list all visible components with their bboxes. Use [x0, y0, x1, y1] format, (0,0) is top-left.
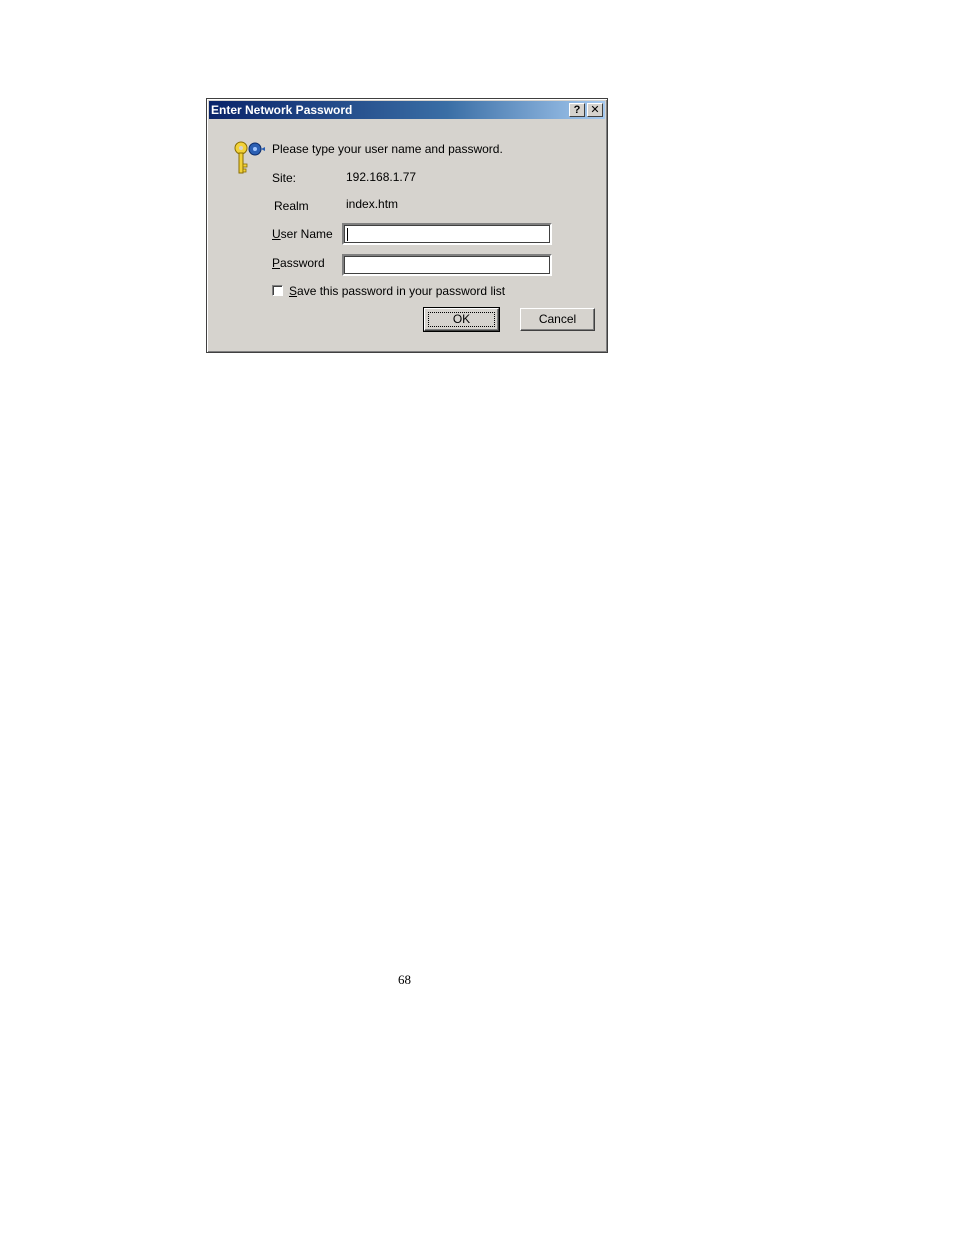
- prompt-text: Please type your user name and password.: [272, 142, 503, 156]
- realm-label: Realm: [274, 199, 309, 213]
- page-number: 68: [398, 972, 411, 987]
- password-accesskey: P: [272, 256, 281, 270]
- text-caret: [347, 228, 348, 241]
- ok-button[interactable]: OK: [423, 307, 500, 332]
- password-label: Password: [272, 256, 325, 270]
- network-password-dialog: Enter Network Password ? ✕ Please type y…: [206, 98, 608, 353]
- username-accesskey: U: [272, 227, 281, 241]
- cancel-button[interactable]: Cancel: [520, 308, 595, 331]
- username-input[interactable]: [342, 223, 552, 245]
- focus-ring: [428, 312, 495, 327]
- save-accesskey: S: [289, 284, 298, 298]
- close-button[interactable]: ✕: [587, 103, 603, 117]
- realm-value: index.htm: [346, 197, 399, 211]
- save-label-text: ave this password in your password list: [297, 284, 506, 298]
- password-label-text: assword: [280, 256, 325, 270]
- cancel-label: Cancel: [538, 312, 577, 326]
- save-password-label[interactable]: Save this password in your password list: [289, 284, 505, 298]
- save-password-checkbox[interactable]: [272, 285, 283, 296]
- password-input[interactable]: [342, 254, 552, 276]
- dialog-title: Enter Network Password: [211, 103, 353, 117]
- username-label: User Name: [272, 227, 333, 241]
- site-label: Site:: [272, 171, 297, 185]
- key-icon: [234, 141, 265, 174]
- help-button[interactable]: ?: [569, 103, 585, 117]
- title-bar[interactable]: Enter Network Password ? ✕: [209, 101, 605, 119]
- username-label-text: ser Name: [280, 227, 333, 241]
- site-value: 192.168.1.77: [346, 170, 417, 184]
